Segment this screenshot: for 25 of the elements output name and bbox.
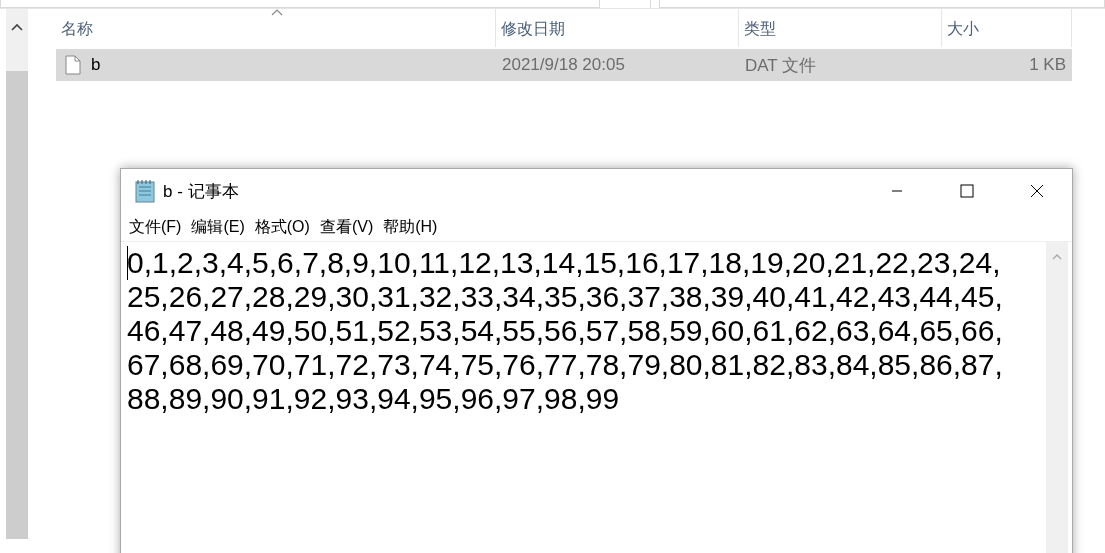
notepad-icon xyxy=(133,179,157,203)
close-icon xyxy=(1030,184,1044,198)
minimize-icon xyxy=(891,190,903,192)
column-header[interactable]: 修改日期 xyxy=(496,9,739,47)
scroll-bar[interactable] xyxy=(6,9,28,539)
maximize-icon xyxy=(960,184,974,198)
scroll-up-icon[interactable] xyxy=(11,23,23,31)
menu-item[interactable]: 编辑(E) xyxy=(187,214,249,240)
menu-item[interactable]: 查看(V) xyxy=(315,214,378,240)
window-title: b - 记事本 xyxy=(163,180,239,203)
scroll-bar[interactable] xyxy=(1046,242,1068,553)
column-header[interactable]: 名称 xyxy=(56,9,496,47)
menu-item[interactable]: 帮助(H) xyxy=(379,214,442,240)
text-area[interactable]: 0,1,2,3,4,5,6,7,8,9,10,11,12,13,14,15,16,17,18,19,20,21,22,23,24, 25,26,27,28,29,30,31,32,33,34,35,36,37,38,39,40,41,42,43,44,45, 46,47,48,49,50,51,52,53,54,55,56,57,58,59,60,61,62,63,64,65,66, 67,68,69,70,71,72,73,74,75,76,77,78,79,80,81,82,83,84,85,86,87, 88,89,90,91,92,93,94,95,96,97,98,99 xyxy=(121,242,1046,553)
file-icon xyxy=(65,55,81,75)
date-modified: 2021/9/18 20:05 xyxy=(502,55,625,75)
file-row[interactable]: b 2021/9/18 20:05 DAT 文件 1 KB xyxy=(56,49,1072,81)
file-size: 1 KB xyxy=(1029,55,1066,75)
column-header[interactable]: 大小 xyxy=(942,9,1072,47)
column-header[interactable]: 类型 xyxy=(739,9,942,47)
menu-item[interactable]: 文件(F) xyxy=(125,214,186,240)
file-type: DAT 文件 xyxy=(745,54,817,77)
sort-icon xyxy=(271,9,284,16)
menu-item[interactable]: 格式(O) xyxy=(250,214,314,240)
file-name: b xyxy=(91,55,101,75)
